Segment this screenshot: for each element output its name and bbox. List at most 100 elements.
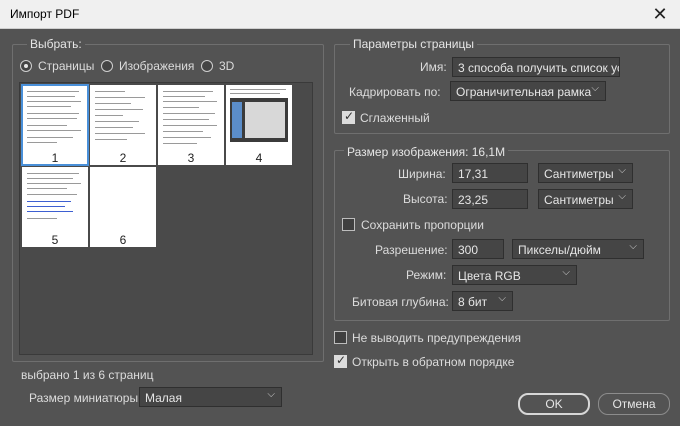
text-line bbox=[27, 178, 73, 179]
radio-images-label: Изображения bbox=[119, 59, 195, 73]
page-thumbnail[interactable]: 2 bbox=[90, 85, 156, 165]
suppress-warnings-checkbox[interactable] bbox=[334, 331, 347, 344]
text-line bbox=[95, 103, 131, 104]
depth-select[interactable]: 8 бит ⌵ bbox=[452, 291, 513, 311]
text-line bbox=[27, 106, 71, 107]
thumbnail-number: 5 bbox=[51, 233, 59, 247]
thumb-size-label: Размер миниатюры: bbox=[29, 391, 142, 405]
width-unit-select[interactable]: Сантиметры ⌵ bbox=[538, 163, 633, 183]
text-line bbox=[163, 107, 199, 108]
close-icon[interactable]: ✕ bbox=[646, 2, 674, 26]
chevron-down-icon: ⌵ bbox=[498, 293, 506, 304]
page-thumbnail[interactable]: 1 bbox=[21, 84, 89, 166]
resolution-unit-select[interactable]: Пикселы/дюйм ⌵ bbox=[512, 239, 644, 259]
radio-pages-indicator[interactable] bbox=[20, 60, 32, 72]
text-line bbox=[163, 137, 211, 138]
reverse-order-label: Открыть в обратном порядке bbox=[352, 355, 515, 369]
depth-label: Битовая глубина: bbox=[352, 295, 449, 309]
text-line bbox=[95, 121, 139, 122]
selection-status: выбрано 1 из 6 страниц bbox=[21, 368, 154, 382]
text-line bbox=[95, 97, 145, 98]
page-options-title: Параметры страницы bbox=[350, 37, 477, 51]
page-thumbnail[interactable]: 5 bbox=[22, 167, 88, 247]
height-unit-select[interactable]: Сантиметры ⌵ bbox=[538, 189, 633, 209]
constrain-checkbox[interactable] bbox=[342, 218, 355, 231]
text-line bbox=[163, 101, 217, 102]
mode-value: Цвета RGB bbox=[458, 269, 521, 283]
thumbnail-grid: 1 2 3 4 5 6 bbox=[19, 82, 313, 355]
chevron-down-icon: ⌵ bbox=[618, 191, 626, 202]
depth-value: 8 бит bbox=[458, 295, 488, 309]
chevron-down-icon: ⌵ bbox=[267, 389, 275, 400]
screenshot-image bbox=[230, 98, 288, 142]
text-line bbox=[27, 113, 79, 114]
text-line bbox=[163, 119, 209, 120]
text-line bbox=[27, 101, 81, 102]
text-line bbox=[27, 142, 57, 143]
page-thumbnail[interactable]: 4 bbox=[226, 85, 292, 165]
text-line bbox=[95, 91, 125, 92]
crop-label: Кадрировать по: bbox=[349, 85, 441, 99]
crop-value: Ограничительная рамка bbox=[456, 85, 592, 99]
image-size-title: Размер изображения: 16,1M bbox=[344, 145, 509, 159]
text-line bbox=[27, 173, 79, 174]
text-line bbox=[27, 130, 81, 131]
title-bar: Импорт PDF ✕ bbox=[0, 0, 680, 29]
text-line bbox=[163, 131, 203, 132]
text-line bbox=[27, 183, 81, 184]
resolution-unit-value: Пикселы/дюйм bbox=[518, 243, 601, 257]
text-line bbox=[230, 93, 280, 94]
antialias-checkbox[interactable] bbox=[342, 109, 355, 124]
reverse-order-checkbox[interactable] bbox=[334, 353, 347, 368]
name-label: Имя: bbox=[420, 60, 447, 74]
text-line bbox=[27, 96, 75, 97]
chevron-down-icon: ⌵ bbox=[562, 267, 570, 278]
text-line bbox=[95, 109, 143, 110]
mode-select[interactable]: Цвета RGB ⌵ bbox=[452, 265, 577, 285]
name-field[interactable]: 3 способа получить список уст bbox=[452, 57, 620, 77]
radio-pages-label: Страницы bbox=[38, 59, 95, 73]
height-label: Высота: bbox=[403, 192, 448, 206]
link-line bbox=[27, 206, 65, 207]
radio-images-indicator[interactable] bbox=[101, 60, 113, 72]
resolution-label: Разрешение: bbox=[375, 243, 448, 257]
link-line bbox=[27, 201, 71, 202]
text-line bbox=[230, 89, 286, 90]
screenshot-panel bbox=[245, 102, 285, 138]
text-line bbox=[163, 125, 217, 126]
mode-label: Режим: bbox=[406, 268, 447, 282]
text-line bbox=[27, 218, 57, 219]
radio-3d-indicator[interactable] bbox=[201, 60, 213, 72]
cancel-button[interactable]: Отмена bbox=[598, 393, 670, 415]
text-line bbox=[163, 96, 205, 97]
chevron-down-icon: ⌵ bbox=[629, 241, 637, 252]
crop-select[interactable]: Ограничительная рамка ⌵ bbox=[450, 81, 606, 101]
text-line bbox=[27, 91, 79, 92]
text-line bbox=[163, 91, 213, 92]
text-line bbox=[95, 115, 123, 116]
radio-3d-label: 3D bbox=[219, 59, 235, 73]
width-label: Ширина: bbox=[398, 167, 446, 181]
text-line bbox=[27, 137, 73, 138]
thumbnail-number: 3 bbox=[187, 151, 195, 165]
ok-button[interactable]: OK bbox=[518, 393, 590, 415]
select-group-title: Выбрать: bbox=[27, 37, 85, 51]
page-thumbnail[interactable]: 6 bbox=[90, 167, 156, 247]
text-line bbox=[163, 143, 197, 144]
radio-images[interactable]: Изображения bbox=[101, 59, 201, 73]
link-line bbox=[27, 211, 73, 212]
thumb-size-select[interactable]: Малая ⌵ bbox=[139, 387, 282, 407]
text-line bbox=[95, 139, 127, 140]
width-field[interactable]: 17,31 bbox=[452, 163, 528, 183]
suppress-warnings-label: Не выводить предупреждения bbox=[352, 331, 521, 345]
text-line bbox=[27, 188, 67, 189]
text-line bbox=[95, 133, 145, 134]
height-field[interactable]: 23,25 bbox=[452, 189, 528, 209]
window-title: Импорт PDF bbox=[10, 7, 80, 21]
text-line bbox=[27, 118, 77, 119]
constrain-label: Сохранить пропорции bbox=[361, 218, 484, 232]
resolution-field[interactable]: 300 bbox=[452, 239, 504, 259]
thumbnail-number: 4 bbox=[255, 151, 263, 165]
page-thumbnail[interactable]: 3 bbox=[158, 85, 224, 165]
radio-3d[interactable]: 3D bbox=[201, 59, 241, 73]
